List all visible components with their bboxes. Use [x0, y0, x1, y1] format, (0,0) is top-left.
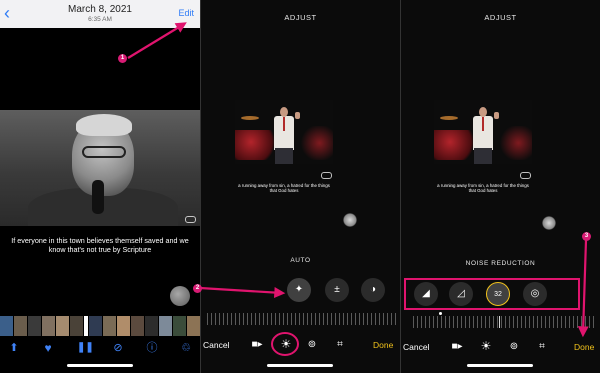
adjust-title: ADJUST	[284, 13, 317, 22]
adjust-dial-icon[interactable]: ☀	[479, 339, 493, 353]
filmstrip-thumbnail[interactable]	[158, 316, 172, 336]
video-preview	[235, 100, 333, 164]
video-speaker-glasses	[82, 146, 126, 158]
heart-icon[interactable]: ♥	[41, 341, 55, 355]
adjust-auto-panel: ADJUST a running away from sin, a hatred…	[201, 0, 400, 373]
video-speaker-hair	[76, 114, 132, 136]
filmstrip-thumbnail[interactable]	[28, 316, 41, 336]
magic-wand-icon[interactable]: ✦	[287, 278, 311, 302]
adjust-title: ADJUST	[484, 13, 517, 22]
assistive-touch-button[interactable]	[542, 216, 556, 230]
slider-origin-dot	[439, 312, 442, 315]
filmstrip-thumbnail[interactable]	[70, 316, 83, 336]
filmstrip-thumbnail[interactable]	[172, 316, 186, 336]
filmstrip-thumbnail[interactable]	[56, 316, 69, 336]
filmstrip-thumbnail[interactable]	[144, 316, 158, 336]
video-subtitle: a running away from sin, a hatred for th…	[437, 183, 529, 194]
preacher-tie	[283, 117, 285, 131]
video-subtitle: If everyone in this town believes themse…	[11, 236, 189, 254]
home-indicator	[67, 364, 133, 367]
filmstrip-thumbnail[interactable]	[88, 316, 102, 336]
stage-light	[299, 126, 333, 160]
watermark-icon	[185, 216, 196, 223]
share-icon[interactable]: ⬆	[7, 341, 21, 355]
adjust-section-label: NOISE REDUCTION	[465, 260, 536, 267]
adjust-dial-icon[interactable]: ☀	[279, 337, 293, 351]
viewer-header: ‹ March 8, 2021 6:35 AM Edit	[0, 0, 200, 28]
photo-date: March 8, 2021	[68, 4, 132, 15]
preacher-tie	[482, 117, 484, 131]
filmstrip-thumbnail[interactable]	[186, 316, 200, 336]
watermark-icon	[321, 172, 332, 179]
video-frame[interactable]	[0, 110, 200, 226]
step-badge-2: 2	[193, 284, 202, 293]
video-camera-icon[interactable]: ■▸	[450, 340, 464, 354]
preacher-pants	[275, 148, 293, 164]
video-subtitle: a running away from sin, a hatred for th…	[238, 183, 330, 194]
filters-icon[interactable]: ⊚	[507, 340, 521, 354]
cancel-button[interactable]: Cancel	[403, 342, 429, 352]
watermark-icon	[520, 172, 531, 179]
preacher-pants	[474, 148, 492, 164]
adjust-noise-panel: ADJUST a running away from sin, a hatred…	[401, 0, 600, 373]
crop-icon[interactable]: ⌗	[333, 338, 347, 352]
stage-light	[498, 126, 532, 160]
adjust-section-label: AUTO	[290, 257, 311, 264]
preacher-head	[479, 107, 487, 117]
exposure-icon[interactable]: ±	[325, 278, 349, 302]
trash-icon[interactable]: ♲	[179, 341, 193, 355]
home-indicator	[467, 364, 533, 367]
mute-icon[interactable]: ⊘	[111, 341, 125, 355]
noise-tools-highlight	[404, 278, 580, 310]
filters-icon[interactable]: ⊚	[305, 338, 319, 352]
edit-button[interactable]: Edit	[178, 8, 194, 19]
drum-cymbal	[241, 116, 259, 120]
crop-icon[interactable]: ⌗	[535, 340, 549, 354]
preacher-head	[280, 107, 288, 117]
filmstrip-thumbnail[interactable]	[42, 316, 55, 336]
filmstrip-thumbnail[interactable]	[116, 316, 130, 336]
slider-indicator	[499, 316, 500, 328]
video-preview	[434, 100, 532, 164]
home-indicator	[267, 364, 333, 367]
adjust-slider[interactable]	[207, 313, 397, 325]
done-button[interactable]: Done	[373, 340, 393, 350]
video-camera-icon[interactable]: ■▸	[250, 338, 264, 352]
done-button[interactable]: Done	[574, 342, 594, 352]
filmstrip-thumbnail[interactable]	[14, 316, 27, 336]
cancel-button[interactable]: Cancel	[203, 340, 229, 350]
assistive-touch-button[interactable]	[343, 213, 357, 227]
playhead[interactable]	[84, 316, 88, 336]
adjust-slider[interactable]	[413, 316, 595, 328]
filmstrip-thumbnail[interactable]	[0, 316, 13, 336]
info-icon[interactable]: ⓘ	[145, 341, 159, 355]
video-filmstrip[interactable]	[0, 316, 200, 336]
assistive-touch-button[interactable]	[170, 286, 190, 306]
photos-viewer-panel: ‹ March 8, 2021 6:35 AM Edit If everyone…	[0, 0, 200, 373]
preacher-hand	[295, 112, 300, 119]
filmstrip-thumbnail[interactable]	[102, 316, 116, 336]
step-badge-1: 1	[118, 54, 127, 63]
drum-cymbal	[440, 116, 458, 120]
video-microphone	[92, 180, 104, 214]
pause-icon[interactable]: ❚❚	[77, 341, 94, 355]
preacher-hand	[494, 112, 499, 119]
stage-light	[235, 130, 275, 160]
brilliance-icon[interactable]: ◑	[361, 278, 385, 302]
viewer-toolbar: ⬆ ♥ ❚❚ ⊘ ⓘ ♲	[0, 338, 200, 358]
filmstrip-thumbnail[interactable]	[130, 316, 144, 336]
step-badge-3: 3	[582, 232, 591, 241]
stage-light	[434, 130, 474, 160]
photo-time: 6:35 AM	[88, 16, 112, 23]
